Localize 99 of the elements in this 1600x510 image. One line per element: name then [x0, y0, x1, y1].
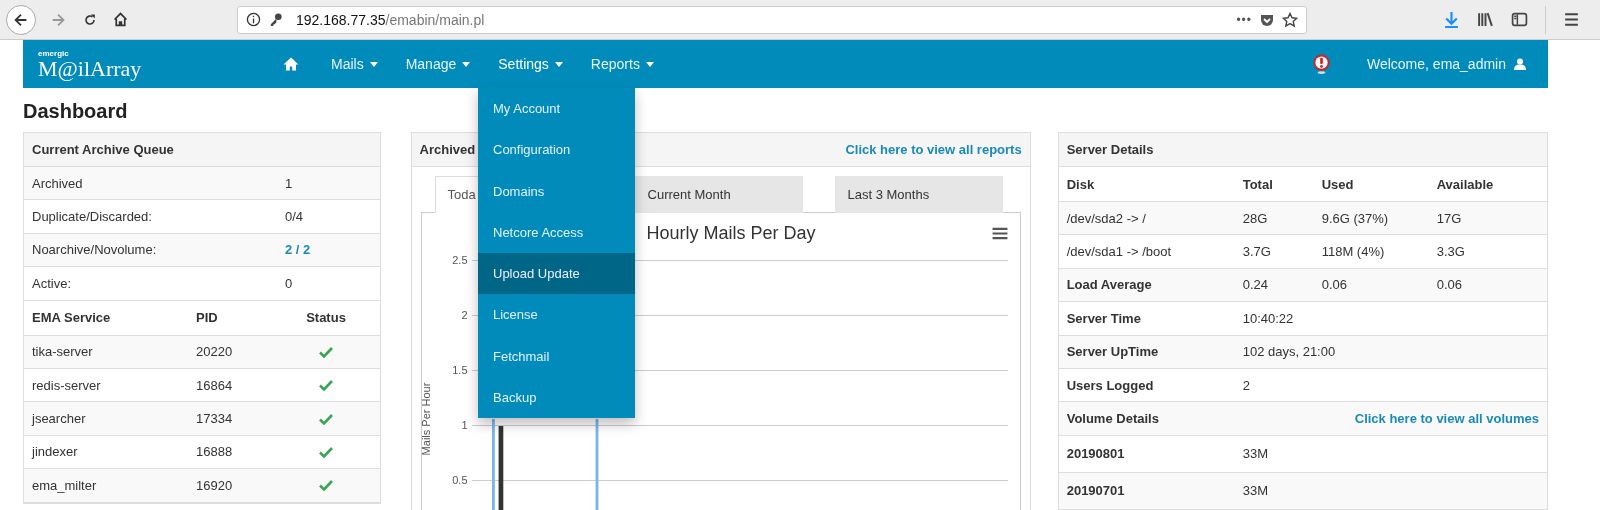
info-icon[interactable] [246, 12, 261, 27]
table-cell-text: 16888 [196, 444, 234, 460]
section-title: Volume Details [1066, 411, 1160, 427]
dropdown-item[interactable]: My Account [478, 88, 635, 130]
table-cell-text: 10:40:22 [1242, 310, 1295, 326]
download-icon[interactable] [1443, 11, 1460, 28]
view-volumes-link[interactable]: Click here to view all volumes [1354, 411, 1539, 427]
table-cell-text: 17G [1436, 210, 1463, 226]
table-cell-text: 33M [1242, 483, 1269, 499]
axis-tick-label: 1.5 [451, 363, 469, 378]
row-label: Users Logged [1066, 377, 1155, 393]
table-cell-text: Archived [32, 175, 84, 191]
table-cell-text: 118M (4%) [1321, 244, 1386, 260]
nav-menu[interactable]: Manage [391, 42, 485, 86]
dropdown-item[interactable]: Configuration [478, 129, 635, 171]
table-cell-text: 0.06 [1321, 277, 1348, 293]
table-cell-text: /dev/sda2 -> / [1066, 210, 1147, 226]
caret-icon [462, 61, 471, 67]
table-cell-text: 9.6G (37%) [1321, 210, 1390, 226]
table-cell-text: Duplicate/Discarded: [32, 209, 153, 225]
table-cell-text: Noarchive/Novolume: [32, 242, 158, 258]
axis-tick-label: 1 [460, 418, 469, 433]
column-header: Used [1321, 176, 1355, 192]
table-cell-text: 2 [1242, 377, 1251, 393]
column-header: Status [305, 310, 347, 326]
table-cell-text: 16864 [196, 377, 234, 393]
view-reports-link[interactable]: Click here to view all reports [845, 142, 1022, 157]
table-cell-text: 0.06 [1436, 277, 1463, 293]
column-header: EMA Service [32, 310, 112, 326]
table-cell[interactable]: 2 / 2 [285, 242, 311, 258]
table-cell-text: 33M [1242, 446, 1269, 462]
table-cell-text: ema_milter [32, 477, 98, 493]
caret-icon [645, 61, 654, 67]
key-icon [268, 12, 283, 27]
back-button[interactable] [6, 4, 36, 35]
table-cell-text: 0.24 [1242, 277, 1269, 293]
chart-title: Hourly Mails Per Day [646, 222, 816, 244]
dropdown-item[interactable]: Backup [478, 377, 635, 419]
reload-icon[interactable] [82, 11, 98, 28]
user-icon[interactable] [1514, 58, 1526, 70]
column-header: Total [1242, 176, 1274, 192]
home-icon[interactable] [112, 11, 129, 28]
table-cell-text: jindexer [32, 444, 79, 460]
column-header: PID [196, 310, 219, 326]
tab[interactable]: Current Month [634, 176, 803, 213]
welcome-text[interactable]: Welcome, ema_admin [1366, 56, 1506, 72]
table-cell-text: 20190701 [1066, 483, 1126, 499]
dropdown-item[interactable]: License [478, 294, 635, 336]
table-cell: 0/4 [285, 209, 304, 225]
dropdown-item[interactable]: Upload Update [478, 253, 635, 295]
panel-title: Current Archive Queue [32, 142, 174, 157]
table-cell-text: /dev/sda1 -> /boot [1066, 244, 1173, 260]
page-title: Dashboard [23, 99, 128, 124]
url-host: 192.168.77.35 [296, 11, 386, 28]
alert-icon[interactable] [1311, 53, 1331, 75]
table-cell: 0 [285, 275, 293, 291]
axis-tick-label: 2.5 [451, 253, 469, 268]
dropdown-item[interactable]: Netcore Access [478, 211, 635, 254]
more-actions-button[interactable]: ••• [1236, 12, 1252, 27]
caret-icon [369, 61, 378, 67]
library-icon[interactable] [1477, 11, 1494, 28]
tab[interactable]: Last 3 Months [834, 176, 1003, 213]
logo[interactable]: M@ilArray [38, 57, 283, 80]
star-icon[interactable] [1282, 11, 1298, 28]
row-label: Server Time [1066, 310, 1142, 326]
table-cell-text: jsearcher [32, 411, 87, 427]
axis-tick-label: 0.5 [451, 473, 469, 488]
sidebar-icon[interactable] [1511, 11, 1528, 28]
dropdown-item[interactable]: Domains [478, 170, 635, 212]
table-cell-text: 28G [1242, 210, 1269, 226]
nav-menu[interactable]: Reports [576, 42, 668, 86]
table-cell-text: 102 days, 21:00 [1242, 344, 1337, 360]
nav-menu[interactable]: Mails [317, 42, 392, 86]
axis-title: Mails Per Hour [419, 382, 432, 456]
table-cell-text: 16920 [196, 477, 234, 493]
menu-icon[interactable] [1563, 11, 1580, 28]
logo-tagline: emergic [38, 48, 70, 58]
table-cell-text: 20220 [196, 344, 234, 360]
table-cell-text: 17334 [196, 411, 234, 427]
row-label: Server UpTime [1066, 344, 1160, 360]
address-bar[interactable]: 192.168.77.35/emabin/main.pl ••• [237, 5, 1307, 34]
table-cell-text: 3.7G [1242, 244, 1272, 260]
table-cell-text: 20190801 [1066, 446, 1126, 462]
dropdown-item[interactable]: Fetchmail [478, 335, 635, 378]
panel-title: Server Details [1066, 142, 1154, 157]
caret-icon [554, 61, 563, 67]
table-cell: 1 [285, 175, 293, 191]
table-cell-text: 3.3G [1436, 244, 1466, 260]
column-header: Disk [1066, 176, 1096, 192]
url-path: /emabin/main.pl [385, 11, 485, 28]
table-cell-text: tika-server [32, 344, 94, 360]
row-label: Load Average [1066, 277, 1153, 293]
axis-tick-label: 2 [460, 308, 469, 323]
table-cell-text: Active: [32, 275, 72, 291]
table-cell-text: redis-server [32, 377, 102, 393]
panel-title: Archived [419, 142, 476, 157]
nav-menu[interactable]: Settings [484, 42, 577, 86]
menu-icon[interactable] [991, 226, 1008, 240]
column-header: Available [1436, 176, 1495, 192]
